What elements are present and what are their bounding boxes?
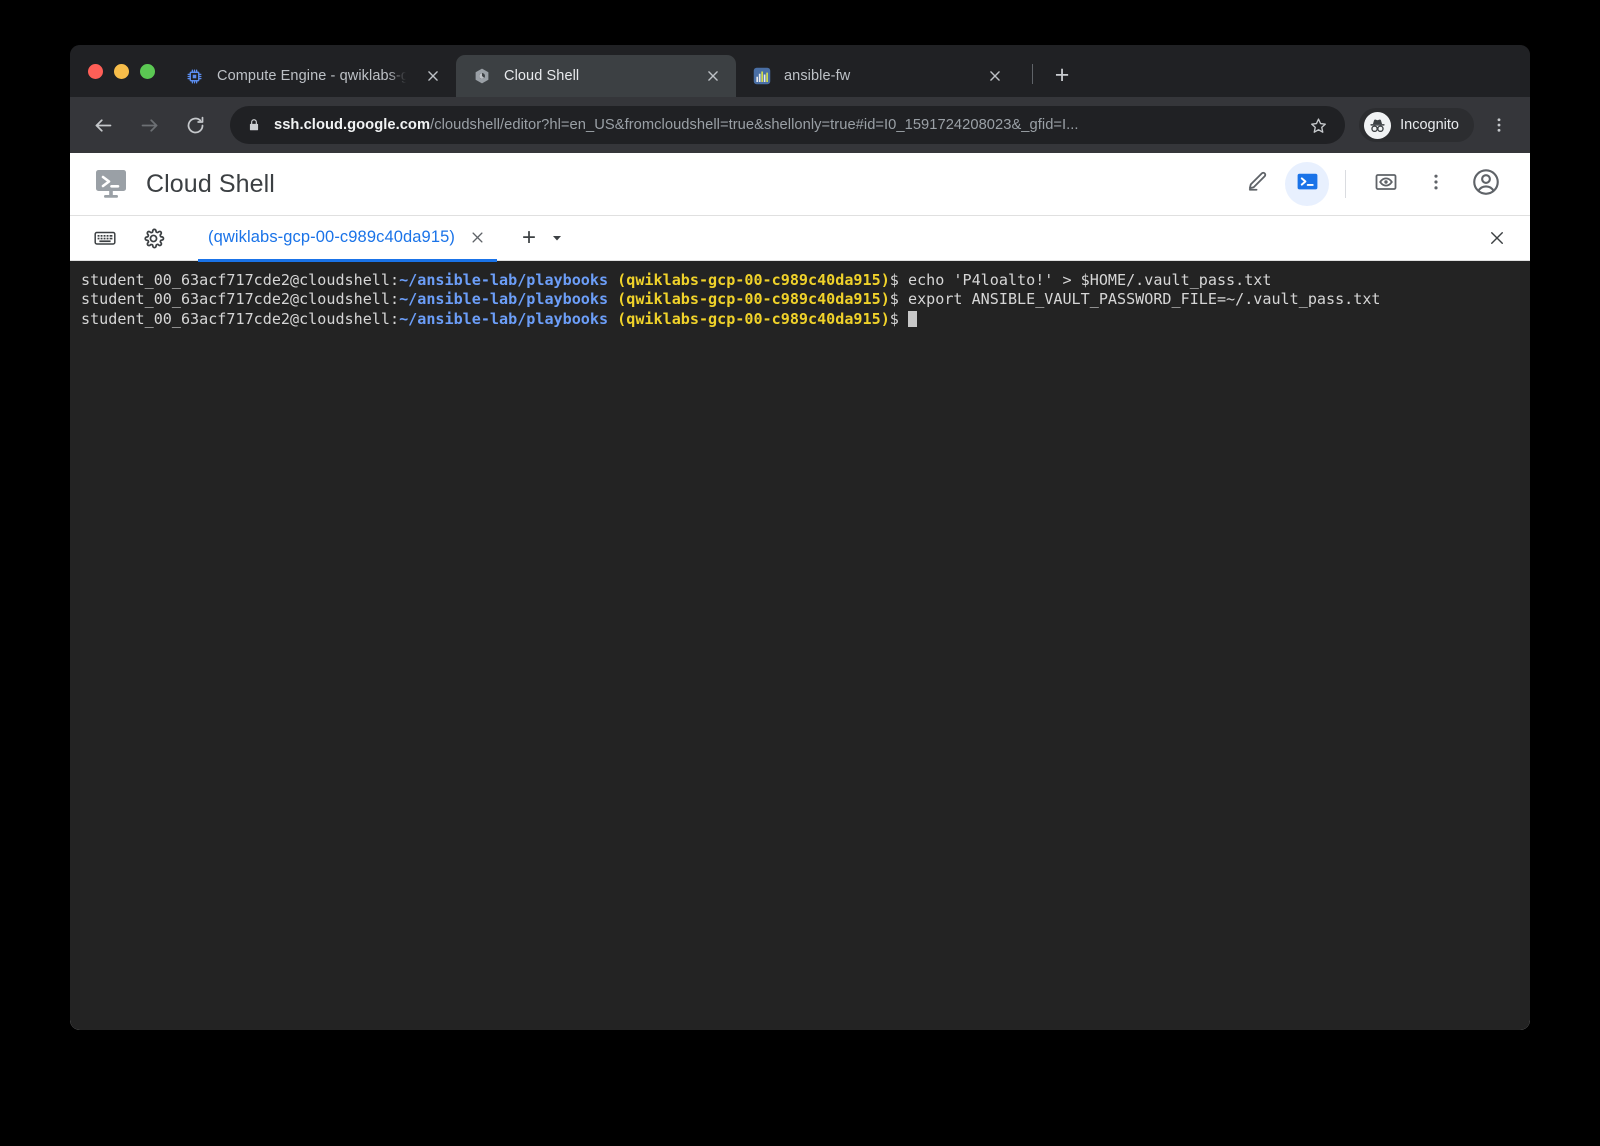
- close-icon[interactable]: [700, 63, 726, 89]
- url-path: /cloudshell/editor?hl=en_US&fromcloudshe…: [430, 117, 1079, 133]
- browser-toolbar: ssh.cloud.google.com/cloudshell/editor?h…: [70, 97, 1530, 153]
- prompt-dollar: $: [889, 271, 908, 289]
- prompt-dollar: $: [889, 309, 908, 328]
- browser-tab-title: Cloud Shell: [504, 68, 580, 84]
- toolbar-divider: [1345, 170, 1346, 198]
- incognito-hat-glasses-icon: [1364, 111, 1392, 139]
- browser-tab-title: Compute Engine - qwiklabs-gc: [217, 68, 410, 84]
- tab-strip-divider: [1032, 64, 1033, 84]
- window-minimize-button[interactable]: [114, 63, 129, 79]
- three-dots-vertical-icon[interactable]: [1484, 108, 1514, 142]
- three-dots-vertical-icon: [1426, 172, 1446, 197]
- url-text: ssh.cloud.google.com/cloudshell/editor?h…: [274, 117, 1297, 133]
- new-tab-button[interactable]: +: [1047, 60, 1077, 90]
- terminal-command: export ANSIBLE_VAULT_PASSWORD_FILE=~/.va…: [907, 290, 1381, 309]
- prompt-project: (qwiklabs-gcp-00-c989c40da915): [608, 271, 890, 289]
- terminal-line: student_00_63acf717cde2@cloudshell:~/ans…: [81, 310, 1530, 329]
- gear-icon[interactable]: [136, 221, 170, 255]
- cloud-shell-session-tab[interactable]: (qwiklabs-gcp-00-c989c40da915): [198, 217, 497, 262]
- browser-tab-cloud-shell[interactable]: Cloud Shell: [456, 55, 736, 97]
- keyboard-icon[interactable]: [88, 221, 122, 255]
- chevron-down-icon[interactable]: [547, 228, 567, 248]
- star-outline-icon[interactable]: [1305, 112, 1331, 138]
- open-terminal-button[interactable]: [1285, 162, 1329, 206]
- page-title: Cloud Shell: [146, 169, 275, 198]
- prompt-path: ~/ansible-lab/playbooks: [399, 290, 609, 309]
- browser-tab-compute-engine[interactable]: Compute Engine - qwiklabs-gc: [169, 55, 456, 97]
- arrow-left-icon[interactable]: [86, 108, 120, 142]
- web-preview-button[interactable]: [1364, 162, 1408, 206]
- incognito-badge[interactable]: Incognito: [1359, 108, 1474, 142]
- window-traffic-lights: [84, 45, 169, 97]
- account-button[interactable]: [1464, 162, 1508, 206]
- window-close-button[interactable]: [88, 63, 103, 79]
- url-host: ssh.cloud.google.com: [274, 117, 431, 133]
- address-bar[interactable]: ssh.cloud.google.com/cloudshell/editor?h…: [230, 106, 1346, 144]
- lock-icon: [247, 118, 261, 132]
- cpu-chip-icon: [185, 67, 204, 86]
- web-preview-icon: [1374, 170, 1398, 199]
- terminal-cursor: [907, 310, 917, 327]
- terminal-line: student_00_63acf717cde2@cloudshell:~/ans…: [81, 271, 1530, 290]
- browser-window: Compute Engine - qwiklabs-gc Cloud Shell: [70, 45, 1530, 1030]
- reload-icon[interactable]: [178, 108, 212, 142]
- terminal-command: echo 'P4loalto!' > $HOME/.vault_pass.txt: [907, 271, 1272, 289]
- close-icon[interactable]: [982, 63, 1008, 89]
- cloud-shell-session-tabbar: (qwiklabs-gcp-00-c989c40da915) +: [70, 215, 1530, 262]
- cloud-shell-hex-icon: [472, 67, 491, 86]
- close-icon[interactable]: [420, 63, 446, 89]
- close-panel-button[interactable]: [1482, 223, 1512, 253]
- terminal-prompt-icon: [1295, 169, 1320, 199]
- more-options-button[interactable]: [1414, 162, 1458, 206]
- incognito-label: Incognito: [1400, 117, 1459, 133]
- page-content: Cloud Shell (qwiklabs-gcp-00-c989c40da91…: [70, 153, 1530, 1030]
- account-circle-icon: [1471, 167, 1501, 202]
- prompt-user: student_00_63acf717cde2@cloudshell:: [81, 290, 400, 309]
- prompt-project: (qwiklabs-gcp-00-c989c40da915): [608, 290, 890, 309]
- prompt-dollar: $: [889, 290, 908, 309]
- browser-tab-title: ansible-fw: [784, 68, 851, 84]
- pencil-icon: [1246, 170, 1269, 198]
- browser-tab-strip: Compute Engine - qwiklabs-gc Cloud Shell: [70, 45, 1530, 97]
- session-tab-label: (qwiklabs-gcp-00-c989c40da915): [208, 228, 455, 246]
- prompt-user: student_00_63acf717cde2@cloudshell:: [81, 309, 400, 328]
- browser-tab-ansible-fw[interactable]: ansible-fw: [736, 55, 1018, 97]
- chart-bars-icon: [752, 67, 771, 86]
- cloud-shell-header: Cloud Shell: [70, 153, 1530, 215]
- cloud-shell-terminal-icon: [92, 165, 130, 203]
- prompt-user: student_00_63acf717cde2@cloudshell:: [81, 271, 400, 289]
- prompt-path: ~/ansible-lab/playbooks: [399, 271, 609, 289]
- prompt-path: ~/ansible-lab/playbooks: [399, 309, 609, 328]
- arrow-right-icon[interactable]: [132, 108, 166, 142]
- open-editor-button[interactable]: [1235, 162, 1279, 206]
- add-session-button[interactable]: +: [515, 224, 543, 252]
- prompt-project: (qwiklabs-gcp-00-c989c40da915): [608, 309, 890, 328]
- terminal-line: student_00_63acf717cde2@cloudshell:~/ans…: [81, 290, 1530, 309]
- window-maximize-button[interactable]: [140, 63, 155, 79]
- terminal-output[interactable]: student_00_63acf717cde2@cloudshell:~/ans…: [70, 261, 1530, 1030]
- close-icon[interactable]: [465, 225, 491, 251]
